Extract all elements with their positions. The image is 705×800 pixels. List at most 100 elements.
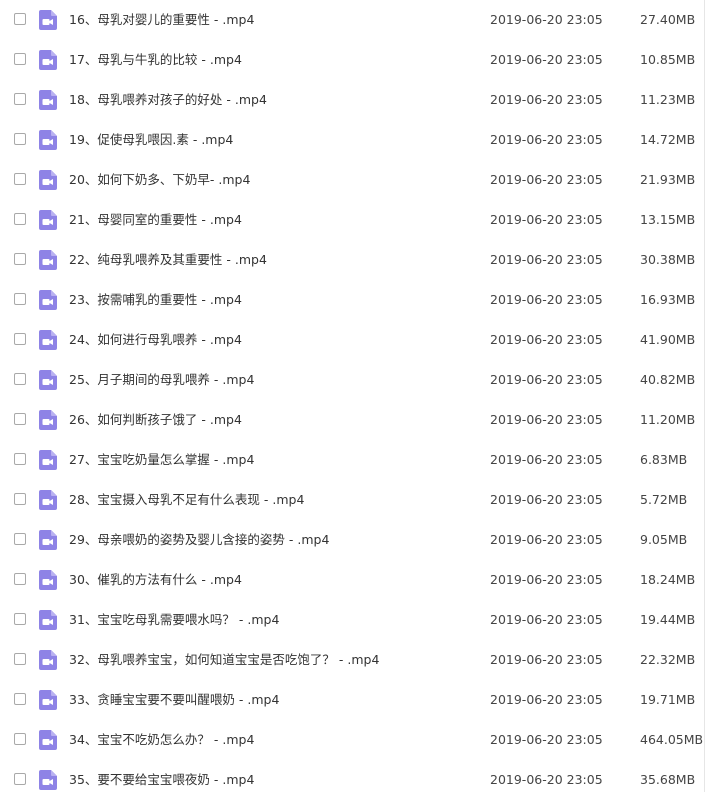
file-row[interactable]: 28、宝宝摄入母乳不足有什么表现 - .mp4 2019-06-20 23:05 5… xyxy=(0,480,705,520)
video-file-icon xyxy=(39,610,57,630)
file-row[interactable]: 30、催乳的方法有什么 - .mp4 2019-06-20 23:05 18.24M… xyxy=(0,560,705,600)
file-name[interactable]: 22、纯母乳喂养及其重要性 - .mp4 xyxy=(69,252,267,268)
file-row[interactable]: 17、母乳与牛乳的比较 - .mp4 2019-06-20 23:05 10.85M… xyxy=(0,40,705,80)
file-modified-date: 2019-06-20 23:05 xyxy=(490,492,603,507)
file-name[interactable]: 33、贪睡宝宝要不要叫醒喂奶 - .mp4 xyxy=(69,692,279,708)
video-file-icon xyxy=(39,50,57,70)
select-checkbox[interactable] xyxy=(14,333,26,345)
file-size: 41.90MB xyxy=(640,332,696,347)
video-file-icon xyxy=(39,290,57,310)
video-file-icon xyxy=(39,450,57,470)
file-row[interactable]: 20、如何下奶多、下奶早- .mp4 2019-06-20 23:05 21.93M… xyxy=(0,160,705,200)
select-checkbox[interactable] xyxy=(14,293,26,305)
file-row[interactable]: 23、按需哺乳的重要性 - .mp4 2019-06-20 23:05 16.93M… xyxy=(0,280,705,320)
file-name[interactable]: 17、母乳与牛乳的比较 - .mp4 xyxy=(69,52,242,68)
file-row[interactable]: 25、月子期间的母乳喂养 - .mp4 2019-06-20 23:05 40.82… xyxy=(0,360,705,400)
file-row[interactable]: 33、贪睡宝宝要不要叫醒喂奶 - .mp4 2019-06-20 23:05 19.… xyxy=(0,680,705,720)
file-row[interactable]: 19、促使母乳喂因.素 - .mp4 2019-06-20 23:05 14.72M… xyxy=(0,120,705,160)
select-checkbox[interactable] xyxy=(14,693,26,705)
file-modified-date: 2019-06-20 23:05 xyxy=(490,12,603,27)
file-row[interactable]: 16、母乳对婴儿的重要性 - .mp4 2019-06-20 23:05 27.40… xyxy=(0,0,705,40)
file-size: 9.05MB xyxy=(640,532,688,547)
select-checkbox[interactable] xyxy=(14,13,26,25)
file-modified-date: 2019-06-20 23:05 xyxy=(490,52,603,67)
select-checkbox[interactable] xyxy=(14,373,26,385)
video-file-icon xyxy=(39,10,57,30)
file-name[interactable]: 24、如何进行母乳喂养 - .mp4 xyxy=(69,332,242,348)
file-row[interactable]: 21、母婴同室的重要性 - .mp4 2019-06-20 23:05 13.15M… xyxy=(0,200,705,240)
select-checkbox[interactable] xyxy=(14,773,26,785)
file-modified-date: 2019-06-20 23:05 xyxy=(490,732,603,747)
file-row[interactable]: 22、纯母乳喂养及其重要性 - .mp4 2019-06-20 23:05 30.3… xyxy=(0,240,705,280)
select-checkbox[interactable] xyxy=(14,573,26,585)
file-name[interactable]: 16、母乳对婴儿的重要性 - .mp4 xyxy=(69,12,254,28)
file-row[interactable]: 32、母乳喂养宝宝，如何知道宝宝是否吃饱了？ - .mp4 2019-06-20 … xyxy=(0,640,705,680)
video-file-icon xyxy=(39,90,57,110)
select-checkbox[interactable] xyxy=(14,133,26,145)
file-name[interactable]: 25、月子期间的母乳喂养 - .mp4 xyxy=(69,372,254,388)
file-size: 464.05MB xyxy=(640,732,704,747)
file-name[interactable]: 19、促使母乳喂因.素 - .mp4 xyxy=(69,132,233,148)
file-row[interactable]: 24、如何进行母乳喂养 - .mp4 2019-06-20 23:05 41.90M… xyxy=(0,320,705,360)
file-modified-date: 2019-06-20 23:05 xyxy=(490,332,603,347)
file-name[interactable]: 31、宝宝吃母乳需要喂水吗？ - .mp4 xyxy=(69,612,279,628)
file-size: 6.83MB xyxy=(640,452,688,467)
video-file-icon xyxy=(39,130,57,150)
select-checkbox[interactable] xyxy=(14,213,26,225)
file-name[interactable]: 32、母乳喂养宝宝，如何知道宝宝是否吃饱了？ - .mp4 xyxy=(69,652,379,668)
select-checkbox[interactable] xyxy=(14,653,26,665)
file-size: 40.82MB xyxy=(640,372,696,387)
file-name[interactable]: 27、宝宝吃奶量怎么掌握 - .mp4 xyxy=(69,452,254,468)
video-file-icon xyxy=(39,570,57,590)
video-file-icon xyxy=(39,370,57,390)
file-row[interactable]: 26、如何判断孩子饿了 - .mp4 2019-06-20 23:05 11.20M… xyxy=(0,400,705,440)
file-size: 11.20MB xyxy=(640,412,696,427)
file-name[interactable]: 20、如何下奶多、下奶早- .mp4 xyxy=(69,172,250,188)
file-row[interactable]: 34、宝宝不吃奶怎么办？ - .mp4 2019-06-20 23:05 464.0… xyxy=(0,720,705,760)
file-size: 27.40MB xyxy=(640,12,696,27)
file-size: 35.68MB xyxy=(640,772,696,787)
video-file-icon xyxy=(39,410,57,430)
select-checkbox[interactable] xyxy=(14,453,26,465)
file-list: 16、母乳对婴儿的重要性 - .mp4 2019-06-20 23:05 27.40… xyxy=(0,0,705,800)
file-row[interactable]: 35、要不要给宝宝喂夜奶 - .mp4 2019-06-20 23:05 35.68… xyxy=(0,760,705,800)
file-size: 16.93MB xyxy=(640,292,696,307)
file-modified-date: 2019-06-20 23:05 xyxy=(490,612,603,627)
video-file-icon xyxy=(39,690,57,710)
file-name[interactable]: 23、按需哺乳的重要性 - .mp4 xyxy=(69,292,242,308)
file-name[interactable]: 29、母亲喂奶的姿势及婴儿含接的姿势 - .mp4 xyxy=(69,532,329,548)
file-name[interactable]: 30、催乳的方法有什么 - .mp4 xyxy=(69,572,242,588)
file-size: 19.71MB xyxy=(640,692,696,707)
select-checkbox[interactable] xyxy=(14,533,26,545)
select-checkbox[interactable] xyxy=(14,253,26,265)
select-checkbox[interactable] xyxy=(14,613,26,625)
select-checkbox[interactable] xyxy=(14,173,26,185)
file-name[interactable]: 35、要不要给宝宝喂夜奶 - .mp4 xyxy=(69,772,254,788)
file-name[interactable]: 18、母乳喂养对孩子的好处 - .mp4 xyxy=(69,92,267,108)
file-name[interactable]: 26、如何判断孩子饿了 - .mp4 xyxy=(69,412,242,428)
file-size: 5.72MB xyxy=(640,492,688,507)
file-name[interactable]: 28、宝宝摄入母乳不足有什么表现 - .mp4 xyxy=(69,492,304,508)
file-row[interactable]: 27、宝宝吃奶量怎么掌握 - .mp4 2019-06-20 23:05 6.83M… xyxy=(0,440,705,480)
file-row[interactable]: 31、宝宝吃母乳需要喂水吗？ - .mp4 2019-06-20 23:05 19.… xyxy=(0,600,705,640)
file-row[interactable]: 29、母亲喂奶的姿势及婴儿含接的姿势 - .mp4 2019-06-20 23:0… xyxy=(0,520,705,560)
select-checkbox[interactable] xyxy=(14,733,26,745)
select-checkbox[interactable] xyxy=(14,413,26,425)
file-name[interactable]: 21、母婴同室的重要性 - .mp4 xyxy=(69,212,242,228)
file-name[interactable]: 34、宝宝不吃奶怎么办？ - .mp4 xyxy=(69,732,254,748)
video-file-icon xyxy=(39,210,57,230)
file-modified-date: 2019-06-20 23:05 xyxy=(490,692,603,707)
video-file-icon xyxy=(39,330,57,350)
video-file-icon xyxy=(39,170,57,190)
file-size: 19.44MB xyxy=(640,612,696,627)
file-modified-date: 2019-06-20 23:05 xyxy=(490,172,603,187)
file-size: 22.32MB xyxy=(640,652,696,667)
file-row[interactable]: 18、母乳喂养对孩子的好处 - .mp4 2019-06-20 23:05 11.2… xyxy=(0,80,705,120)
file-size: 30.38MB xyxy=(640,252,696,267)
select-checkbox[interactable] xyxy=(14,493,26,505)
video-file-icon xyxy=(39,250,57,270)
select-checkbox[interactable] xyxy=(14,93,26,105)
file-size: 13.15MB xyxy=(640,212,696,227)
select-checkbox[interactable] xyxy=(14,53,26,65)
file-modified-date: 2019-06-20 23:05 xyxy=(490,572,603,587)
